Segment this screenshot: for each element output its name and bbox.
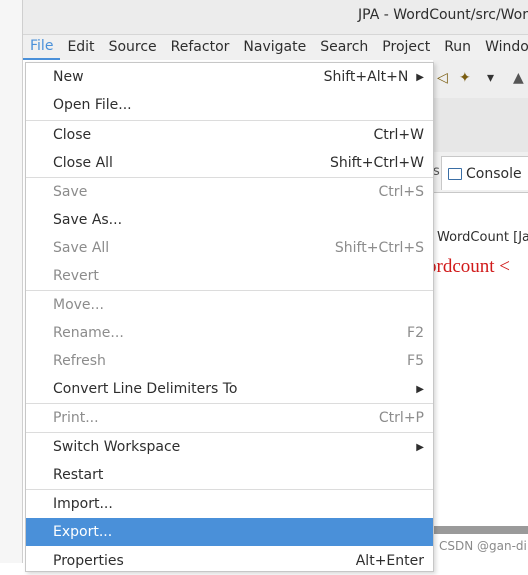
menu-item-save[interactable]: Save Ctrl+S: [26, 178, 433, 206]
menu-item-label: Import...: [53, 496, 113, 512]
menu-item-restart[interactable]: Restart: [26, 461, 433, 489]
scrollbar[interactable]: [433, 526, 528, 534]
view-tab-strip: s Console: [433, 152, 528, 193]
menu-item-label: Save All: [53, 240, 110, 256]
menu-item-label: Switch Workspace: [53, 439, 181, 455]
menu-item-label: Export...: [53, 524, 113, 540]
menu-item-label: Revert: [53, 268, 99, 284]
submenu-arrow-icon: ▶: [416, 441, 424, 453]
menu-item-save-as[interactable]: Save As...: [26, 206, 433, 234]
shortcut-text: Shift+Ctrl+S: [334, 240, 424, 256]
console-tab-label: Console: [466, 165, 522, 182]
menu-item-properties[interactable]: Properties Alt+Enter: [26, 547, 433, 575]
shortcut-text: Ctrl+S: [378, 184, 424, 200]
pin-icon[interactable]: ▲: [513, 70, 524, 86]
menu-item-label: Close: [53, 127, 92, 143]
menu-item-label: Move...: [53, 297, 104, 313]
menu-item-print[interactable]: Print... Ctrl+P: [26, 404, 433, 432]
file-menu-dropdown: New Shift+Alt+N ▶ Open File... Close Ctrl…: [25, 62, 434, 572]
shortcut-text: Alt+Enter: [355, 553, 424, 569]
menu-item-label: Rename...: [53, 325, 124, 341]
menu-item-label: Convert Line Delimiters To: [53, 381, 238, 397]
menu-edit[interactable]: Edit: [60, 35, 101, 60]
menu-refactor[interactable]: Refactor: [164, 35, 237, 60]
menu-item-refresh[interactable]: Refresh F5: [26, 347, 433, 375]
menu-item-import[interactable]: Import...: [26, 490, 433, 518]
previous-tab-label[interactable]: s: [433, 164, 440, 179]
menu-item-save-all[interactable]: Save All Shift+Ctrl+S: [26, 234, 433, 262]
submenu-arrow-icon: ▶: [416, 71, 424, 83]
menu-item-switch-workspace[interactable]: Switch Workspace ▶: [26, 433, 433, 461]
desktop-strip: [0, 0, 23, 563]
submenu-arrow-icon: ▶: [416, 383, 424, 395]
window-title: JPA - WordCount/src/Wor: [358, 7, 528, 23]
title-bar: JPA - WordCount/src/Wor: [23, 0, 528, 35]
console-icon: [448, 167, 462, 180]
shortcut-text: Shift+Alt+N: [323, 69, 409, 85]
menu-run[interactable]: Run: [437, 35, 478, 60]
menu-navigate[interactable]: Navigate: [236, 35, 313, 60]
menu-item-convert-line-delimiters[interactable]: Convert Line Delimiters To ▶: [26, 375, 433, 403]
menu-item-label: Refresh: [53, 353, 106, 369]
wand-icon[interactable]: ✦: [459, 70, 471, 86]
menu-item-close-all[interactable]: Close All Shift+Ctrl+W: [26, 149, 433, 177]
menu-project[interactable]: Project: [375, 35, 437, 60]
menu-bar: File Edit Source Refactor Navigate Searc…: [23, 35, 528, 60]
menu-item-new[interactable]: New Shift+Alt+N ▶: [26, 63, 433, 91]
menu-item-label: Print...: [53, 410, 99, 426]
shortcut-text: F2: [407, 325, 424, 341]
menu-item-revert[interactable]: Revert: [26, 262, 433, 290]
watermark: CSDN @gan-di: [439, 539, 527, 553]
menu-item-label: Save As...: [53, 212, 123, 228]
menu-item-label: New: [53, 69, 84, 85]
menu-search[interactable]: Search: [313, 35, 375, 60]
menu-item-rename[interactable]: Rename... F2: [26, 319, 433, 347]
menu-item-open-file[interactable]: Open File...: [26, 91, 433, 119]
open-folder-icon[interactable]: ◁: [437, 70, 448, 86]
menu-item-label: Save: [53, 184, 88, 200]
main-toolbar: ◁ ✦ ▾ ▲: [433, 60, 528, 98]
menu-window[interactable]: Window: [478, 35, 528, 60]
shortcut-text: Ctrl+P: [378, 410, 424, 426]
shortcut-text: F5: [407, 353, 424, 369]
console-launch-line: WordCount [Ja: [437, 230, 528, 245]
menu-item-label: Restart: [53, 467, 104, 483]
menu-item-label: Close All: [53, 155, 113, 171]
menu-item-export[interactable]: Export...: [26, 518, 433, 546]
chevron-down-icon[interactable]: ▾: [487, 70, 494, 86]
menu-item-label: Properties: [53, 553, 124, 569]
menu-file[interactable]: File: [23, 35, 61, 60]
console-error-line: ordcount <: [427, 256, 511, 277]
menu-item-move[interactable]: Move...: [26, 291, 433, 319]
menu-item-close[interactable]: Close Ctrl+W: [26, 121, 433, 149]
shortcut-text: Shift+Ctrl+W: [329, 155, 424, 171]
view-area: [433, 98, 528, 152]
shortcut-text: Ctrl+W: [373, 127, 424, 143]
tab-console[interactable]: Console: [441, 156, 528, 190]
menu-source[interactable]: Source: [102, 35, 164, 60]
menu-item-label: Open File...: [53, 97, 132, 113]
